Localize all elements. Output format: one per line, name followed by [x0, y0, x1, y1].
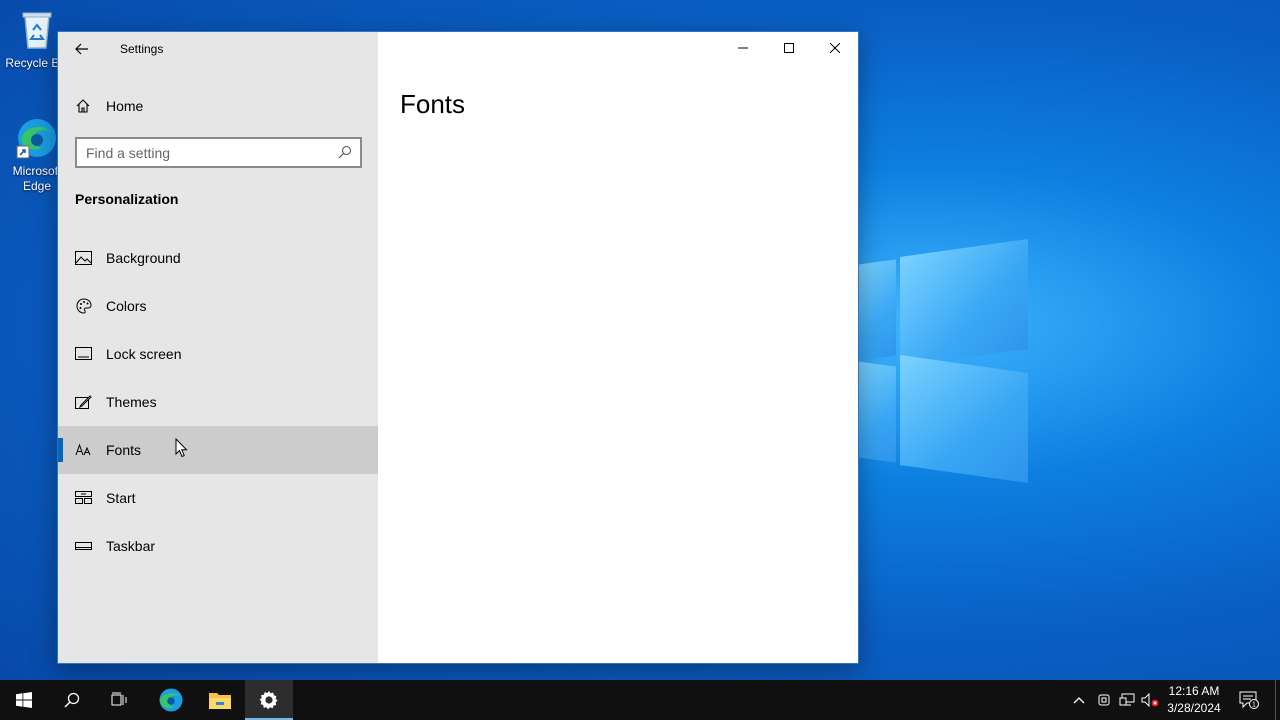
nav-item-fonts[interactable]: Fonts — [58, 426, 378, 474]
settings-window: Settings Home Personalization Background — [57, 31, 859, 664]
tray-volume-button[interactable] — [1139, 680, 1161, 720]
notification-count: 1 — [1252, 702, 1256, 709]
app-title: Settings — [120, 42, 164, 56]
mouse-cursor-icon — [175, 438, 188, 458]
minimize-icon — [738, 47, 748, 49]
nav-item-label: Fonts — [106, 442, 142, 458]
tray-meet-now-button[interactable] — [1093, 680, 1115, 720]
nav-item-taskbar[interactable]: Taskbar — [58, 522, 378, 570]
title-bar[interactable]: Settings — [58, 32, 378, 64]
settings-sidebar: Settings Home Personalization Background — [58, 32, 378, 663]
task-view-button[interactable] — [96, 680, 144, 720]
search-input[interactable] — [77, 144, 327, 161]
taskbar: 12:16 AM 3/28/2024 1 — [0, 680, 1280, 720]
nav-item-background[interactable]: Background — [58, 234, 378, 282]
desktop-icon-label: Microsoft Edge — [12, 164, 62, 193]
nav-item-label: Start — [106, 490, 136, 506]
start-button[interactable] — [0, 680, 48, 720]
minimize-button[interactable] — [720, 32, 766, 64]
settings-content: Fonts — [378, 32, 858, 663]
nav-item-label: Background — [106, 250, 181, 266]
recycle-bin-icon — [15, 8, 59, 52]
window-controls — [720, 32, 858, 64]
action-center-button[interactable]: 1 — [1236, 680, 1262, 720]
search-box[interactable] — [75, 137, 362, 168]
home-icon — [76, 99, 90, 113]
nav-item-label: Themes — [106, 394, 157, 410]
notification-icon: 1 — [1239, 691, 1259, 709]
nav-item-colors[interactable]: Colors — [58, 282, 378, 330]
nav-item-label: Lock screen — [106, 346, 182, 362]
nav-item-label: Colors — [106, 298, 147, 314]
folder-icon — [209, 693, 231, 709]
page-title: Fonts — [400, 89, 466, 119]
search-icon — [64, 692, 80, 708]
home-nav-item[interactable]: Home — [58, 90, 378, 122]
network-icon — [1119, 693, 1135, 706]
close-button[interactable] — [812, 32, 858, 64]
personalization-nav: Background Colors Lock screen Themes Fon… — [58, 234, 378, 570]
clock-time: 12:16 AM — [1168, 684, 1220, 698]
chevron-up-icon — [1073, 697, 1085, 704]
nav-item-label: Taskbar — [106, 538, 156, 554]
maximize-icon — [784, 43, 794, 53]
gear-icon — [259, 691, 278, 710]
windows-wallpaper-logo — [858, 239, 1030, 483]
show-desktop-button[interactable] — [1275, 680, 1280, 720]
nav-item-lock-screen[interactable]: Lock screen — [58, 330, 378, 378]
volume-muted-icon — [1141, 693, 1159, 707]
back-arrow-icon — [75, 43, 88, 55]
fonts-icon — [75, 442, 92, 459]
tray-network-button[interactable] — [1116, 680, 1138, 720]
back-button[interactable] — [66, 36, 98, 62]
file-explorer-button[interactable] — [196, 680, 244, 720]
section-title: Personalization — [75, 191, 179, 207]
lock-screen-icon — [75, 346, 92, 363]
themes-icon — [75, 394, 92, 411]
edge-icon — [159, 688, 183, 712]
edge-icon — [15, 116, 59, 160]
clock-date: 3/28/2024 — [1167, 701, 1221, 715]
task-view-icon — [111, 692, 127, 706]
search-taskbar-button[interactable] — [48, 680, 96, 720]
start-layout-icon — [75, 490, 92, 507]
taskbar-icon — [75, 538, 92, 555]
home-label: Home — [106, 98, 144, 114]
settings-taskbar-button[interactable] — [245, 680, 293, 720]
edge-taskbar-button[interactable] — [147, 680, 195, 720]
maximize-button[interactable] — [766, 32, 812, 64]
taskbar-clock[interactable]: 12:16 AM 3/28/2024 — [1160, 683, 1228, 717]
palette-icon — [75, 298, 92, 315]
close-icon — [830, 43, 840, 53]
tray-overflow-button[interactable] — [1068, 680, 1090, 720]
nav-item-themes[interactable]: Themes — [58, 378, 378, 426]
windows-start-icon — [16, 692, 32, 708]
nav-item-start[interactable]: Start — [58, 474, 378, 522]
search-icon — [338, 145, 352, 159]
picture-icon — [75, 250, 92, 267]
device-icon — [1098, 694, 1110, 706]
